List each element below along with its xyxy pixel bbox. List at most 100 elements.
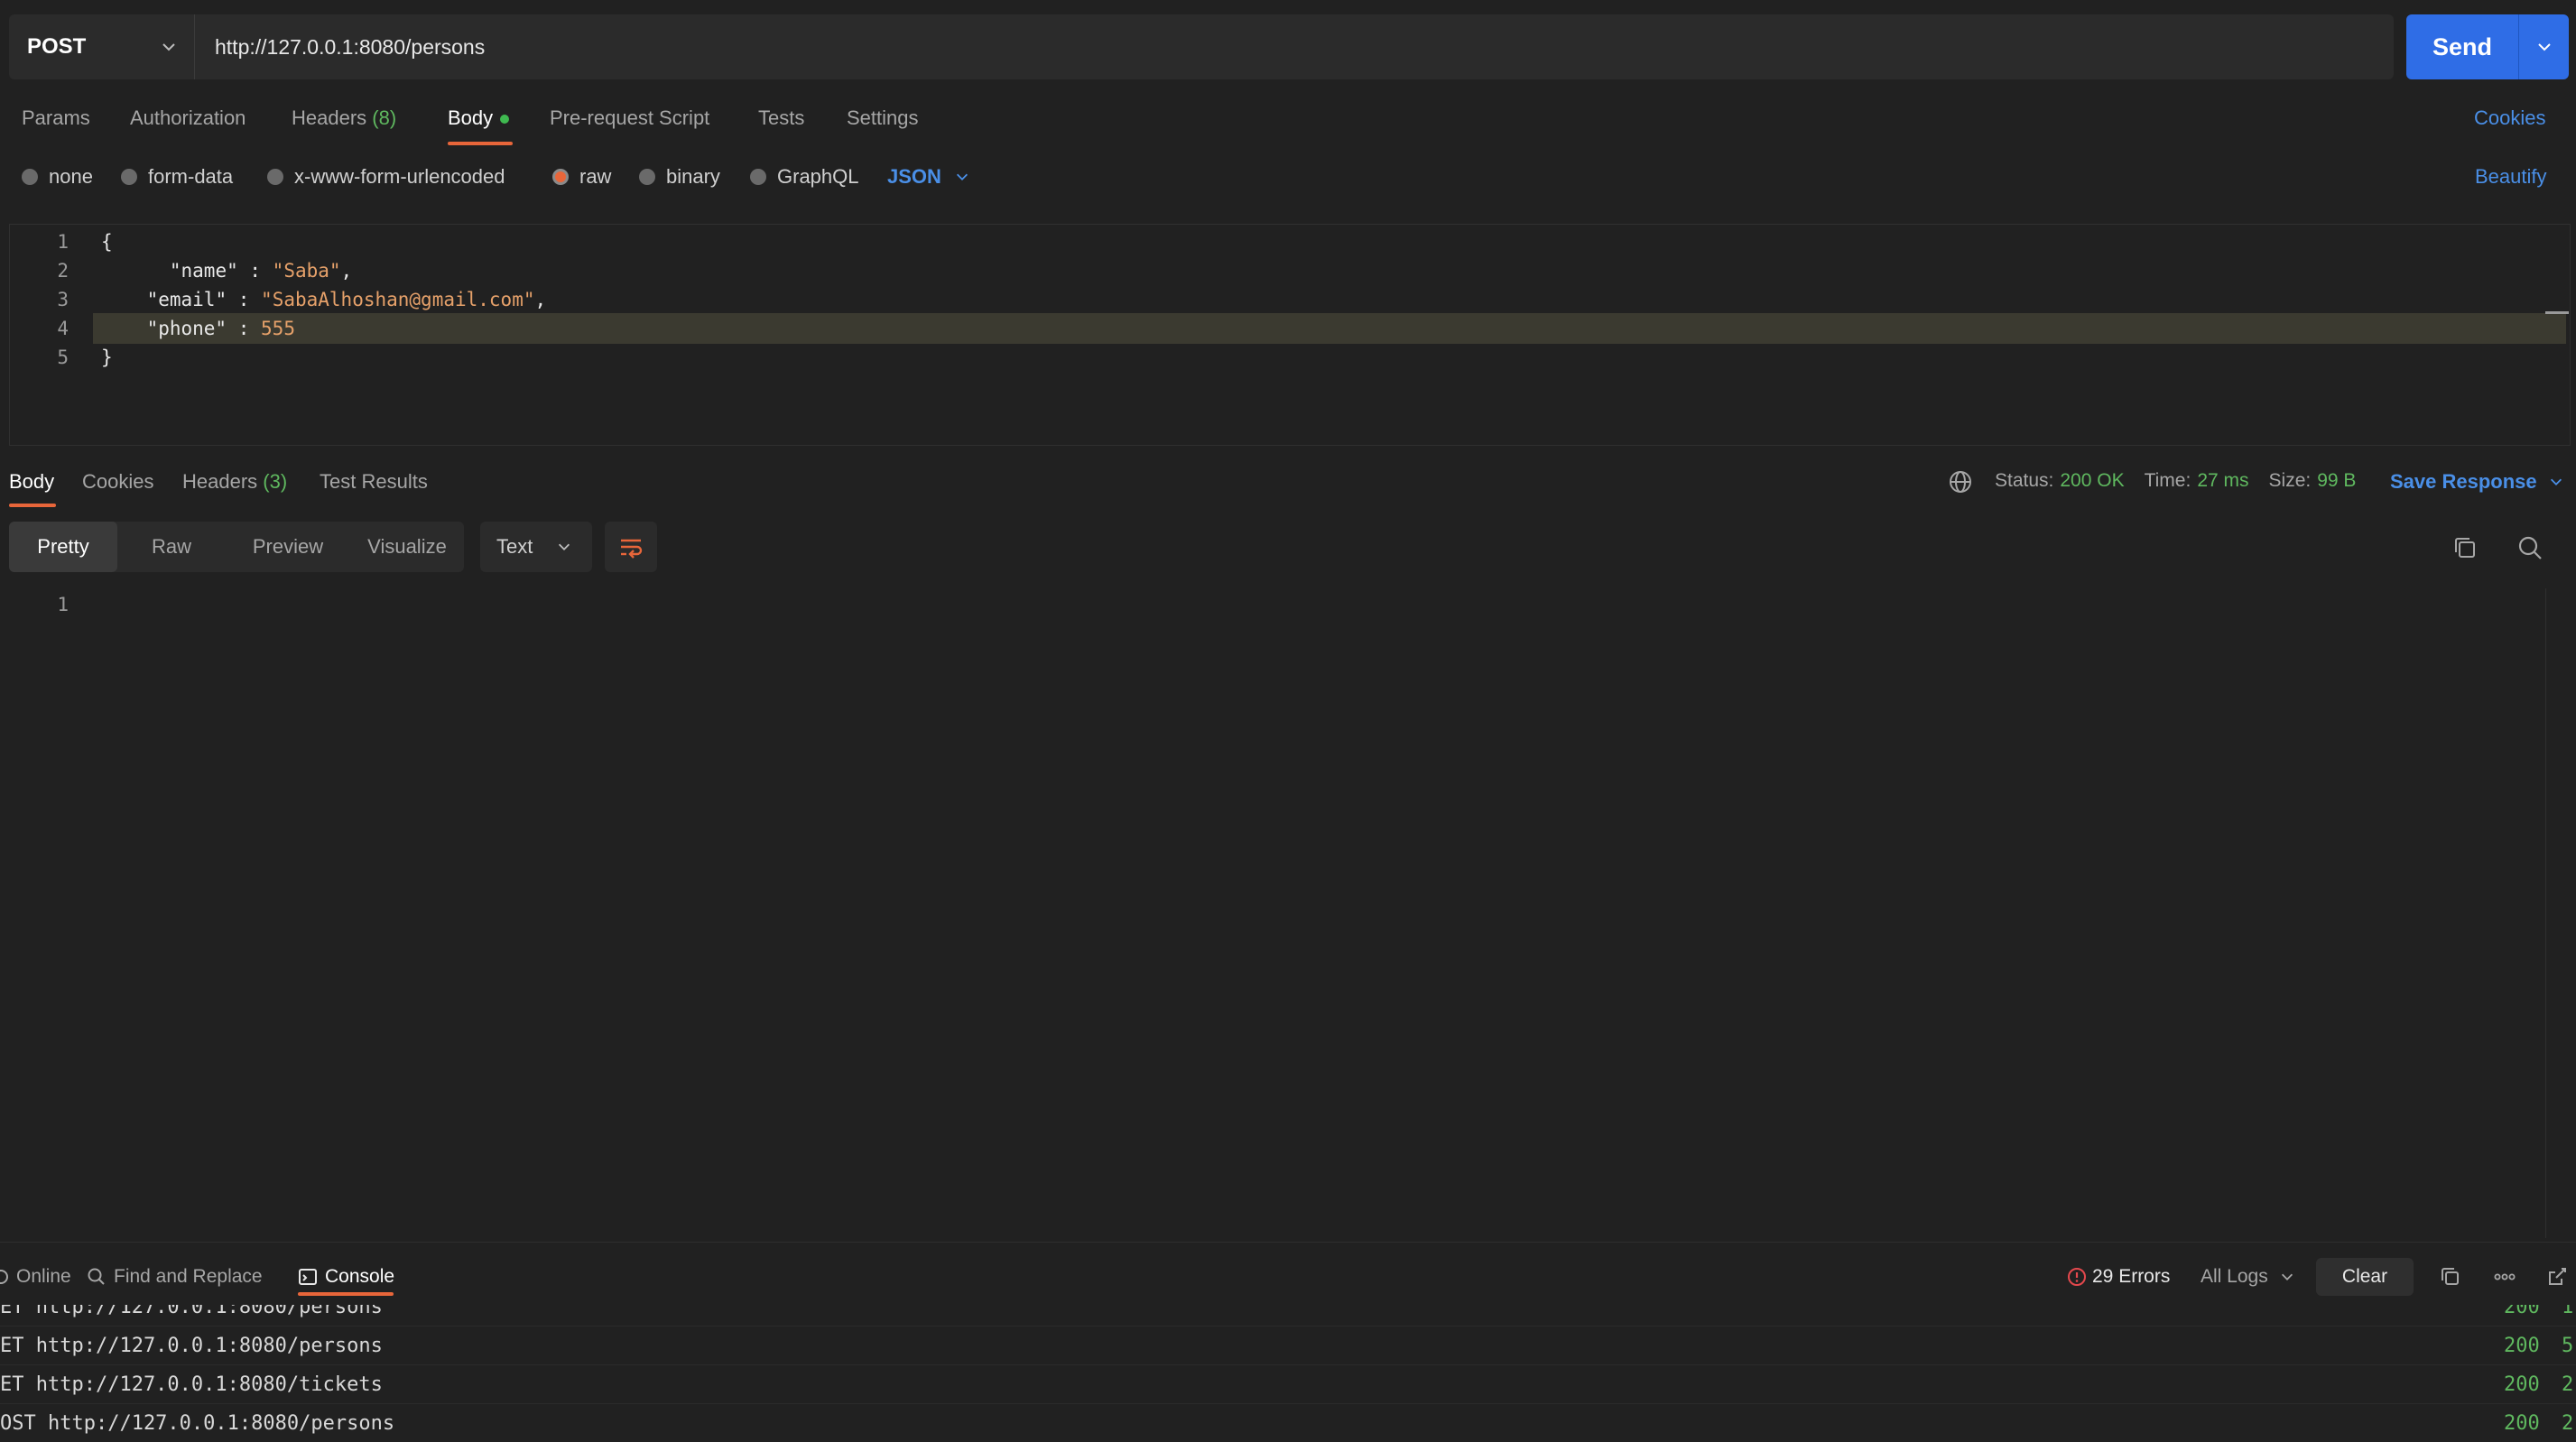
format-dropdown[interactable]: JSON — [887, 165, 970, 189]
radio-none[interactable]: none — [22, 165, 93, 189]
radio-icon — [639, 169, 655, 185]
view-raw-button[interactable]: Raw — [117, 522, 226, 572]
tab-body[interactable]: Body — [448, 106, 510, 130]
view-mode-group: Pretty Raw Preview Visualize — [9, 522, 464, 572]
errors-indicator[interactable]: 29 Errors — [2067, 1266, 2170, 1288]
console-log-list[interactable]: ET http://127.0.0.1:8080/persons 200 1 E… — [0, 1305, 2576, 1442]
log-text: ET http://127.0.0.1:8080/tickets — [0, 1373, 383, 1396]
chevron-down-icon — [2550, 478, 2562, 485]
clear-console-button[interactable]: Clear — [2316, 1258, 2414, 1296]
open-external-icon[interactable] — [2544, 1263, 2571, 1290]
send-button[interactable]: Send — [2406, 14, 2569, 79]
find-replace-button[interactable]: Find and Replace — [87, 1266, 263, 1288]
chevron-down-icon — [2281, 1273, 2293, 1280]
editor-scrollbar[interactable] — [2545, 311, 2569, 314]
response-format-dropdown[interactable]: Text — [480, 522, 592, 572]
radio-urlencoded-label: x-www-form-urlencoded — [294, 165, 505, 188]
code-token: "SabaAlhoshan@gmail.com" — [261, 289, 535, 310]
log-status: 200 — [2504, 1373, 2540, 1396]
search-icon — [88, 1268, 105, 1285]
response-gutter: 1 — [9, 590, 69, 619]
console-tab-label: Console — [325, 1266, 395, 1287]
log-level-dropdown[interactable]: All Logs — [2201, 1266, 2295, 1288]
save-response-label: Save Response — [2390, 470, 2537, 493]
log-status: 200 — [2504, 1335, 2540, 1357]
code-token: , — [340, 260, 353, 282]
log-row[interactable]: ET http://127.0.0.1:8080/tickets 200 2 — [0, 1364, 2576, 1404]
view-preview-button[interactable]: Preview — [226, 522, 350, 572]
online-status-icon — [0, 1270, 8, 1284]
radio-raw[interactable]: raw — [552, 165, 611, 189]
code-token: 555 — [261, 318, 295, 339]
size-value[interactable]: 99 B — [2317, 470, 2356, 492]
modified-dot-icon — [500, 115, 510, 125]
log-level-value: All Logs — [2201, 1266, 2268, 1287]
view-pretty-button[interactable]: Pretty — [9, 522, 117, 572]
radio-urlencoded[interactable]: x-www-form-urlencoded — [267, 165, 505, 189]
active-tab-indicator — [448, 142, 513, 145]
more-options-icon[interactable] — [2491, 1263, 2518, 1290]
chevron-down-icon — [162, 43, 175, 51]
url-input[interactable]: http://127.0.0.1:8080/persons — [215, 14, 485, 79]
response-headers-count: (3) — [263, 470, 288, 493]
code-token: } — [101, 347, 113, 368]
chevron-down-icon — [2538, 43, 2551, 51]
tab-pre-request-script[interactable]: Pre-request Script — [550, 106, 709, 130]
response-scrollbar[interactable] — [2545, 588, 2546, 1238]
code-line: "phone" : 555 — [101, 314, 546, 343]
console-tab[interactable]: Console — [298, 1266, 394, 1288]
search-icon[interactable] — [2515, 532, 2545, 563]
code-token: "name" — [169, 260, 238, 282]
time-label: Time: — [2144, 470, 2191, 491]
headers-count: (8) — [372, 106, 397, 129]
tab-settings[interactable]: Settings — [847, 106, 919, 130]
response-tab-headers[interactable]: Headers (3) — [182, 470, 287, 494]
tab-tests[interactable]: Tests — [758, 106, 804, 130]
online-status[interactable]: Online — [0, 1266, 71, 1288]
radio-form-data[interactable]: form-data — [121, 165, 233, 189]
radio-binary[interactable]: binary — [639, 165, 720, 189]
response-meta: Status: 200 OK Time: 27 ms Size: 99 B — [1995, 470, 2356, 492]
code-token: "Saba" — [272, 260, 341, 282]
log-extra: 5 — [2562, 1335, 2574, 1357]
line-number: 2 — [57, 260, 69, 282]
beautify-button[interactable]: Beautify — [2475, 165, 2547, 189]
save-response-button[interactable]: Save Response — [2390, 470, 2564, 494]
radio-none-label: none — [49, 165, 93, 188]
copy-icon[interactable] — [2437, 1263, 2464, 1290]
response-tab-cookies[interactable]: Cookies — [82, 470, 153, 494]
view-visualize-button[interactable]: Visualize — [350, 522, 464, 572]
copy-icon[interactable] — [2450, 532, 2480, 563]
code-token: : — [227, 318, 262, 339]
code-line: { — [101, 227, 546, 256]
code-token: "phone" — [146, 318, 227, 339]
tab-headers-label: Headers — [292, 106, 367, 129]
time-value[interactable]: 27 ms — [2197, 470, 2248, 492]
globe-icon[interactable] — [1948, 469, 1973, 495]
response-tab-body[interactable]: Body — [9, 470, 54, 494]
tab-params[interactable]: Params — [22, 106, 90, 130]
format-dropdown-value: JSON — [887, 165, 941, 188]
log-row[interactable]: ET http://127.0.0.1:8080/persons 200 5 — [0, 1326, 2576, 1365]
radio-graphql[interactable]: GraphQL — [750, 165, 859, 189]
radio-icon — [121, 169, 137, 185]
radio-selected-icon — [552, 169, 569, 185]
log-row[interactable]: OST http://127.0.0.1:8080/persons 200 2 — [0, 1403, 2576, 1442]
log-status: 200 — [2504, 1412, 2540, 1435]
log-row[interactable]: ET http://127.0.0.1:8080/persons 200 1 — [0, 1305, 2576, 1326]
active-tab-indicator — [298, 1292, 394, 1296]
cookies-link[interactable]: Cookies — [2474, 106, 2545, 130]
code-line: "email" : "SabaAlhoshan@gmail.com", — [101, 285, 547, 314]
wrap-lines-button[interactable] — [605, 522, 657, 572]
send-options-button[interactable] — [2518, 14, 2570, 79]
online-label: Online — [16, 1266, 71, 1287]
tab-authorization[interactable]: Authorization — [130, 106, 246, 130]
line-number: 1 — [57, 594, 69, 615]
tab-headers[interactable]: Headers (8) — [292, 106, 396, 130]
response-format-value: Text — [496, 535, 533, 558]
line-number: 5 — [57, 347, 69, 368]
status-value[interactable]: 200 OK — [2060, 470, 2124, 492]
method-select[interactable]: POST — [9, 14, 195, 79]
code-token: : — [227, 289, 262, 310]
response-tab-test-results[interactable]: Test Results — [320, 470, 428, 494]
